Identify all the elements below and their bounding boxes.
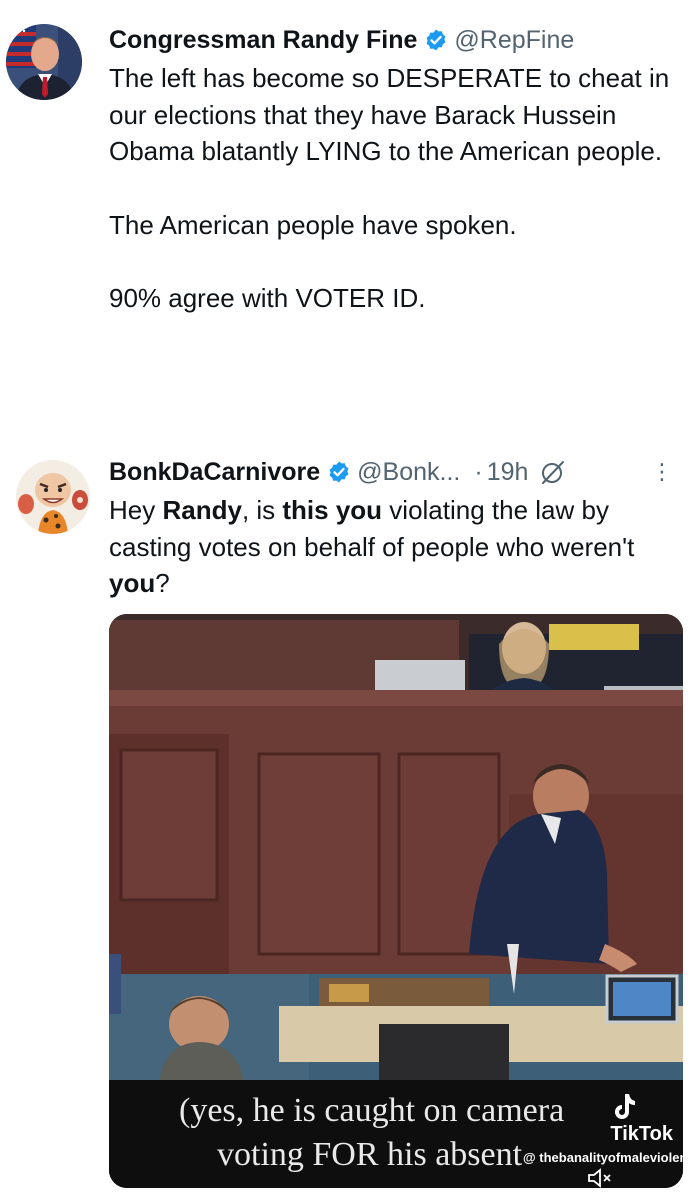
muted-speaker-icon[interactable] — [587, 1167, 613, 1188]
tweet-paragraph-1: The left has become so DESPERATE to chea… — [109, 63, 670, 166]
tweet-text-2: Hey Randy, is this you violating the law… — [109, 492, 689, 602]
tiktok-watermark: TikTok @ thebanalityofmaleviolence — [523, 1092, 683, 1188]
tiktok-username: @ thebanalityofmaleviolence — [523, 1150, 683, 1165]
video-caption-bar: (yes, he is caught on camera voting FOR … — [109, 1080, 683, 1188]
video-embed[interactable]: (yes, he is caught on camera voting FOR … — [109, 614, 683, 1188]
avatar-bonkdacarnivore[interactable] — [16, 460, 90, 534]
author-handle-2[interactable]: @Bonk... — [357, 458, 460, 487]
tweet-repfine[interactable]: Congressman Randy Fine @RepFine The left… — [0, 0, 700, 440]
author-name[interactable]: Congressman Randy Fine — [109, 26, 417, 55]
bold-segment: this you — [282, 495, 383, 525]
bold-segment: you — [109, 568, 156, 598]
separator-dot: · — [474, 457, 483, 486]
avatar-repfine[interactable] — [6, 24, 82, 100]
tiktok-logo-icon — [615, 1094, 635, 1119]
tweet-paragraph-2: The American people have spoken. — [109, 209, 517, 240]
tweet-header-2: BonkDaCarnivore @Bonk... · 19h — [109, 456, 566, 488]
tweet-text: The left has become so DESPERATE to chea… — [109, 60, 689, 317]
author-name-2[interactable]: BonkDaCarnivore — [109, 458, 320, 487]
text-segment: Hey — [109, 495, 163, 525]
verified-badge-icon — [329, 461, 349, 483]
portrait-image — [6, 24, 82, 100]
author-handle[interactable]: @RepFine — [454, 26, 574, 55]
grok-icon[interactable] — [540, 459, 566, 485]
cartoon-character-image — [16, 460, 90, 534]
tweet-paragraph-3: 90% agree with VOTER ID. — [109, 283, 426, 313]
more-options-icon[interactable]: ⋮ — [651, 461, 673, 483]
verified-badge-icon — [427, 29, 446, 51]
tweet-header: Congressman Randy Fine @RepFine — [109, 24, 574, 56]
bold-segment: Randy — [162, 495, 242, 525]
post-timestamp[interactable]: 19h — [487, 458, 529, 487]
tiktok-label: TikTok — [610, 1123, 673, 1145]
text-segment: , is — [241, 495, 283, 525]
text-segment: ? — [155, 568, 170, 598]
flag-background — [6, 24, 36, 68]
